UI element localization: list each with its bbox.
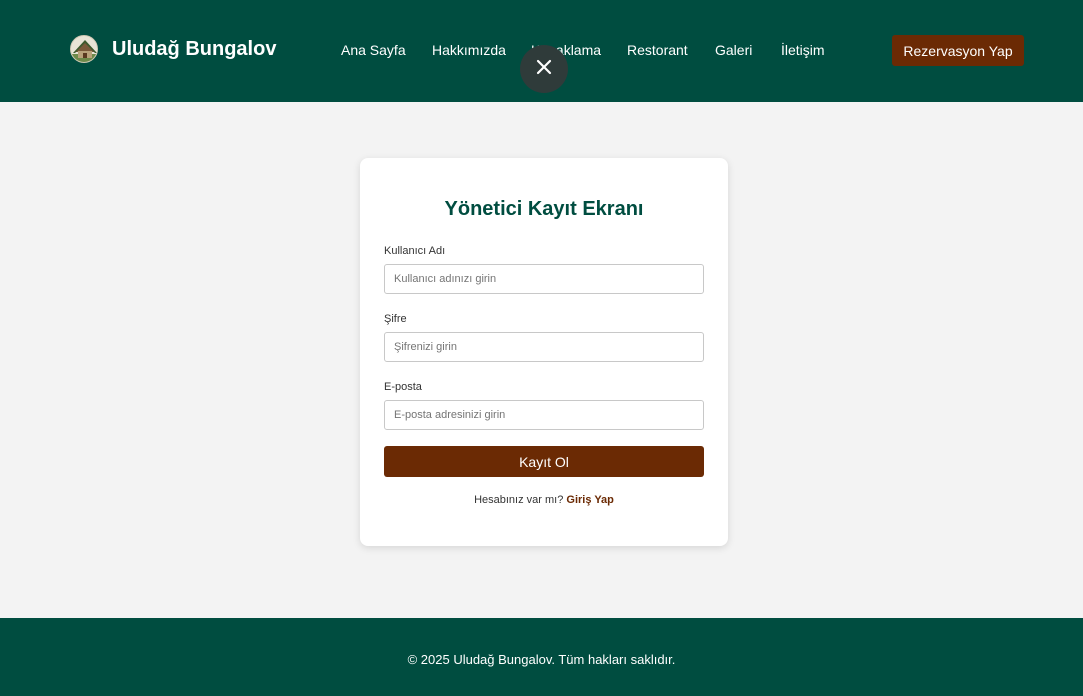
register-button[interactable]: Kayıt Ol <box>384 446 704 477</box>
username-input[interactable] <box>384 264 704 294</box>
email-input[interactable] <box>384 400 704 430</box>
login-prompt-line: Hesabınız var mı? Giriş Yap <box>360 494 728 506</box>
site-footer: © 2025 Uludağ Bungalov. Tüm hakları sakl… <box>0 618 1083 696</box>
close-icon <box>536 59 552 80</box>
email-label: E-posta <box>384 381 422 393</box>
close-button[interactable] <box>520 45 568 93</box>
nav-item-iletisim[interactable]: İletişim <box>781 42 825 60</box>
username-label: Kullanıcı Adı <box>384 245 446 257</box>
password-input[interactable] <box>384 332 704 362</box>
nav-item-hakkimizda[interactable]: Hakkımızda <box>432 42 506 60</box>
admin-register-card: Yönetici Kayıt Ekranı Kullanıcı Adı Şifr… <box>360 158 728 546</box>
password-label: Şifre <box>384 313 407 325</box>
login-prompt-text: Hesabınız var mı? <box>474 494 564 506</box>
brand[interactable]: Uludağ Bungalov <box>70 34 276 64</box>
brand-name: Uludağ Bungalov <box>112 37 277 60</box>
nav-item-restorant[interactable]: Restorant <box>627 42 688 60</box>
reservation-button[interactable]: Rezervasyon Yap <box>892 35 1024 66</box>
bungalow-logo-icon <box>70 35 98 63</box>
page-title: Yönetici Kayıt Ekranı <box>444 198 644 220</box>
nav-item-galeri[interactable]: Galeri <box>715 42 752 60</box>
login-link[interactable]: Giriş Yap <box>566 494 614 506</box>
nav-item-ana-sayfa[interactable]: Ana Sayfa <box>341 42 406 60</box>
copyright-text: © 2025 Uludağ Bungalov. Tüm hakları sakl… <box>407 652 676 667</box>
